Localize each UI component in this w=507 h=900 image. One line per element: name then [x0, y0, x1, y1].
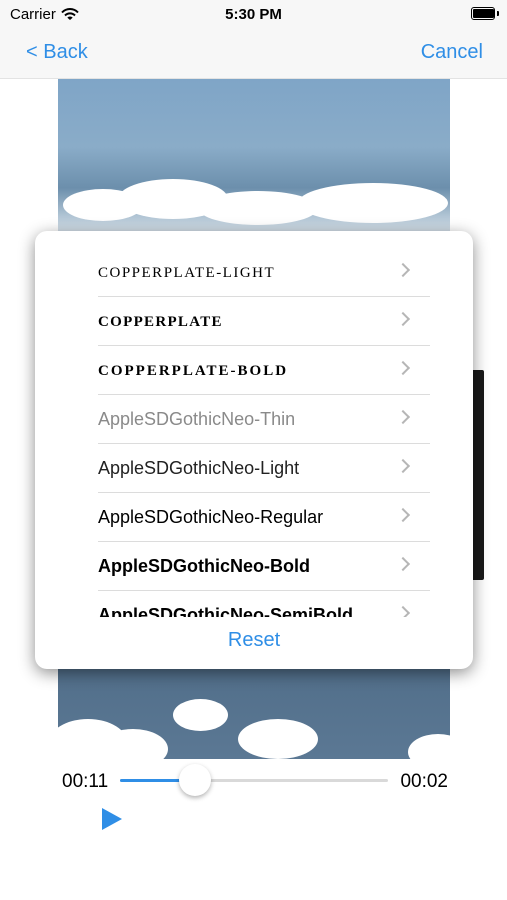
list-item[interactable]: AppleSDGothicNeo-Regular [98, 493, 430, 542]
battery-level [473, 9, 494, 18]
list-item[interactable]: Copperplate-Bold [98, 346, 430, 395]
font-name: AppleSDGothicNeo-Bold [98, 556, 310, 576]
font-name: AppleSDGothicNeo-Regular [98, 507, 324, 527]
font-picker-panel: Copperplate-Light Copperplate Copperplat… [35, 231, 473, 669]
chevron-right-icon [395, 507, 411, 523]
remaining-time-label: 00:02 [400, 771, 448, 792]
slider-thumb[interactable] [179, 764, 212, 796]
chevron-right-icon [395, 311, 411, 327]
font-name: Copperplate [98, 314, 223, 330]
chevron-right-icon [395, 409, 411, 425]
font-name: Copperplate-Bold [98, 363, 289, 379]
cloud [238, 719, 318, 759]
list-item[interactable]: AppleSDGothicNeo-Light [98, 444, 430, 493]
cancel-button[interactable]: Cancel [421, 41, 483, 64]
cloud [98, 729, 168, 759]
font-list[interactable]: Copperplate-Light Copperplate Copperplat… [35, 231, 473, 617]
chevron-right-icon [395, 360, 411, 376]
cloud [173, 699, 228, 731]
font-name: Copperplate-Light [98, 265, 276, 281]
font-name: AppleSDGothicNeo-SemiBold [98, 605, 354, 617]
back-button[interactable]: < Back [26, 41, 88, 64]
status-time: 5:30 PM [225, 6, 282, 23]
list-item[interactable]: Copperplate-Light [98, 248, 430, 297]
list-item[interactable]: Copperplate [98, 297, 430, 346]
font-name: AppleSDGothicNeo-Light [98, 458, 300, 478]
list-item[interactable]: AppleSDGothicNeo-SemiBold [98, 591, 430, 617]
chevron-right-icon [395, 605, 411, 617]
play-icon[interactable] [100, 807, 124, 831]
navigation-bar: < Back Cancel [0, 28, 507, 79]
chevron-right-icon [395, 556, 411, 572]
reset-button[interactable]: Reset [35, 629, 473, 652]
current-time-label: 00:11 [62, 771, 109, 792]
chevron-right-icon [395, 262, 411, 278]
cloud [298, 183, 448, 223]
status-bar: Carrier 5:30 PM [0, 0, 507, 28]
cloud [408, 734, 450, 759]
font-name: AppleSDGothicNeo-Thin [98, 409, 296, 429]
battery-icon [471, 7, 499, 20]
chevron-right-icon [395, 458, 411, 474]
playback-slider[interactable] [120, 779, 388, 782]
list-item[interactable]: AppleSDGothicNeo-Bold [98, 542, 430, 591]
list-item[interactable]: AppleSDGothicNeo-Thin [98, 395, 430, 444]
